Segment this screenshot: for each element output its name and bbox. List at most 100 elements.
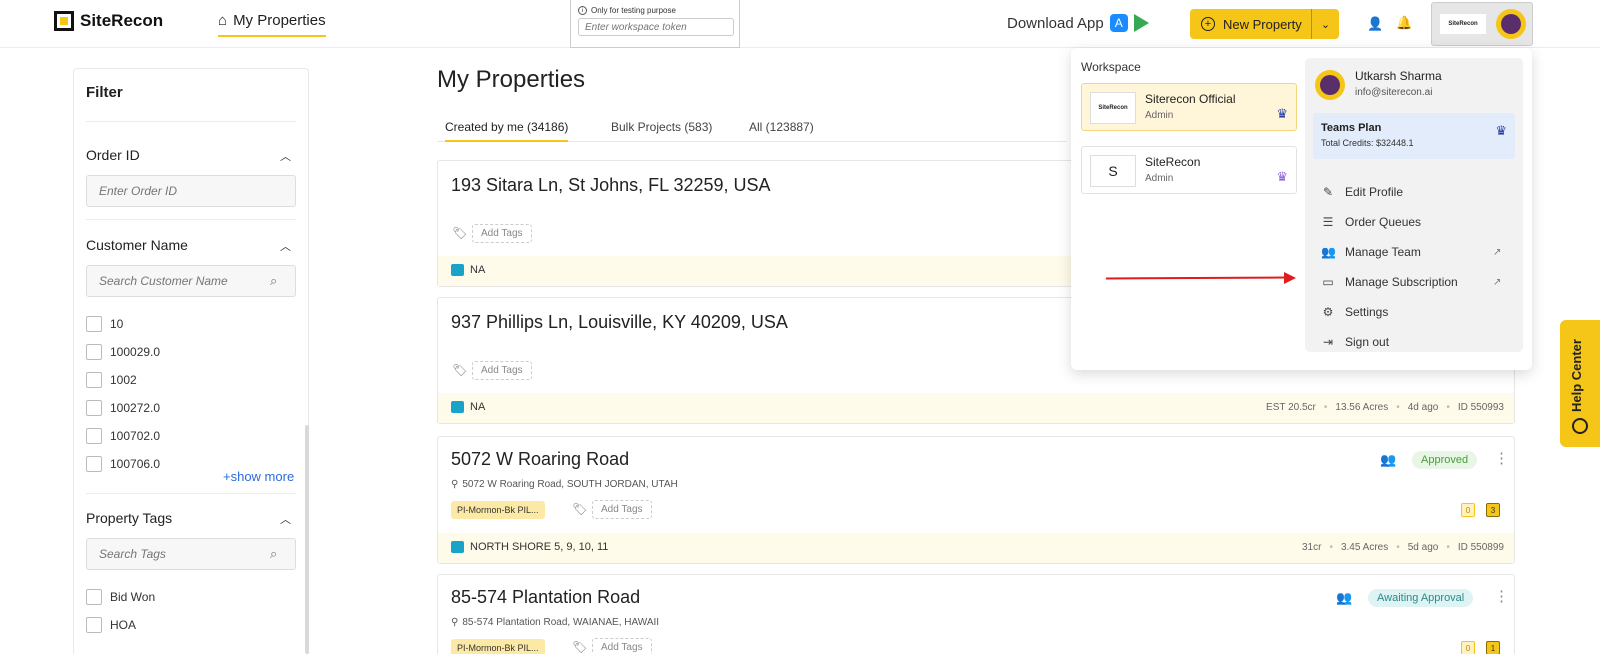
tag-option[interactable]: Bid Won (86, 589, 155, 605)
download-app-label: Download App (1007, 14, 1104, 32)
tags-search-input[interactable] (86, 538, 296, 570)
workspace-title: Workspace (1081, 60, 1141, 74)
order-count-badge[interactable]: 3 (1486, 503, 1500, 517)
customer-search-input[interactable] (86, 265, 296, 297)
checkbox[interactable] (86, 589, 102, 605)
new-property-button[interactable]: + New Property ⌄ (1190, 9, 1339, 39)
plan-credits: Total Credits: $32448.1 (1321, 138, 1414, 148)
lifebuoy-icon (1572, 418, 1588, 434)
property-title[interactable]: 937 Phillips Ln, Louisville, KY 40209, U… (451, 312, 788, 333)
customer-name-title: Customer Name (86, 237, 188, 253)
people-icon[interactable]: 👥 (1336, 590, 1352, 606)
signout-icon: ⇥ (1322, 335, 1334, 349)
tag-icon: 🏷 (572, 502, 588, 516)
customer-option[interactable]: 100702.0 (86, 428, 160, 444)
workspace-item[interactable]: S SiteRecon Admin ♛ (1081, 146, 1297, 194)
external-link-icon: ↗ (1493, 277, 1502, 288)
checkbox[interactable] (86, 428, 102, 444)
user-icon[interactable]: 👤 (1367, 16, 1383, 32)
logo-icon (54, 11, 74, 31)
edit-icon: ✎ (1322, 185, 1334, 199)
tab-bulk-projects[interactable]: Bulk Projects (583) (611, 120, 712, 134)
property-title[interactable]: 5072 W Roaring Road (451, 449, 629, 470)
account-dropdown: Workspace SiteRecon Siterecon Official A… (1071, 48, 1532, 370)
bell-icon[interactable]: 🔔 (1396, 15, 1412, 31)
checkbox[interactable] (86, 372, 102, 388)
profile-panel: Utkarsh Sharma info@siterecon.ai Teams P… (1305, 58, 1523, 352)
app-store-icon[interactable]: A (1109, 14, 1128, 32)
brand-name: SiteRecon (80, 11, 164, 30)
property-card[interactable]: 85-574 Plantation Road ⚲ 85-574 Plantatio… (437, 574, 1515, 654)
checkbox[interactable] (86, 344, 102, 360)
team-icon: 👥 (1321, 245, 1336, 259)
workspace-role: Admin (1145, 173, 1174, 184)
property-address: 85-574 Plantation Road, WAIANAE, HAWAII (462, 617, 660, 628)
add-tags-button[interactable]: Add Tags (592, 638, 652, 654)
property-title[interactable]: 85-574 Plantation Road (451, 587, 640, 608)
chevron-up-icon[interactable]: ︿ (280, 148, 291, 164)
property-tag-chip[interactable]: PI-Mormon-Bk PIL... (451, 639, 545, 654)
menu-settings[interactable]: ⚙ Settings (1321, 305, 1389, 319)
filter-scrollbar[interactable] (305, 425, 309, 654)
account-logo: SiteRecon (1440, 14, 1486, 34)
menu-order-queues[interactable]: ☰ Order Queues (1321, 215, 1421, 229)
property-tag-chip[interactable]: PI-Mormon-Bk PIL... (451, 501, 545, 519)
crown-icon: ♛ (1276, 106, 1288, 121)
search-icon: ⌕ (270, 273, 278, 288)
property-title[interactable]: 193 Sitara Ln, St Johns, FL 32259, USA (451, 175, 771, 196)
comment-count-badge[interactable]: 0 (1461, 503, 1475, 517)
comment-count-badge[interactable]: 0 (1461, 641, 1475, 654)
chevron-up-icon[interactable]: ︿ (280, 511, 291, 527)
more-options-icon[interactable]: ⋮ (1494, 449, 1509, 467)
chevron-down-icon[interactable]: ⌄ (1311, 9, 1339, 39)
google-play-icon[interactable] (1133, 14, 1149, 32)
workspace-name: Siterecon Official (1145, 92, 1236, 106)
crown-icon: ♛ (1495, 123, 1507, 138)
tag-icon: 🏷 (572, 640, 588, 654)
property-card[interactable]: 5072 W Roaring Road ⚲ 5072 W Roaring Road… (437, 436, 1515, 564)
add-tags-button[interactable]: Add Tags (472, 361, 532, 380)
avatar (1315, 70, 1345, 100)
add-tags-button[interactable]: Add Tags (592, 500, 652, 519)
filter-panel: Filter Order ID ︿ Customer Name ︿ ⌕ 10 1… (73, 68, 309, 654)
order-id-input[interactable] (86, 175, 296, 207)
people-icon[interactable]: 👥 (1380, 452, 1396, 468)
info-icon: i (578, 6, 587, 15)
building-icon (451, 401, 464, 413)
tab-bar: Created by me (34186) Bulk Projects (583… (437, 118, 1067, 142)
tab-all[interactable]: All (123887) (749, 120, 814, 134)
menu-sign-out[interactable]: ⇥ Sign out (1321, 335, 1389, 349)
customer-option[interactable]: 1002 (86, 372, 137, 388)
workspace-item[interactable]: SiteRecon Siterecon Official Admin ♛ (1081, 83, 1297, 131)
tag-icon: 🏷 (452, 363, 468, 377)
menu-manage-team[interactable]: 👥 Manage Team (1321, 245, 1421, 259)
menu-manage-subscription[interactable]: ▭ Manage Subscription (1321, 275, 1457, 289)
checkbox[interactable] (86, 316, 102, 332)
workspace-token-input[interactable] (578, 18, 734, 36)
account-switcher[interactable]: SiteRecon (1431, 2, 1533, 46)
customer-option[interactable]: 100706.0 (86, 456, 160, 472)
chevron-up-icon[interactable]: ︿ (280, 238, 291, 254)
more-options-icon[interactable]: ⋮ (1494, 587, 1509, 605)
checkbox[interactable] (86, 456, 102, 472)
checkbox[interactable] (86, 617, 102, 633)
help-center-tab[interactable]: Help Center (1560, 320, 1600, 447)
divider (86, 121, 296, 122)
nav-tab-my-properties[interactable]: ⌂ My Properties (218, 12, 326, 37)
checkbox[interactable] (86, 400, 102, 416)
customer-option[interactable]: 100272.0 (86, 400, 160, 416)
customer-option[interactable]: 10 (86, 316, 123, 332)
crown-icon: ♛ (1276, 169, 1288, 184)
plan-card[interactable]: Teams Plan Total Credits: $32448.1 ♛ (1313, 113, 1515, 159)
order-count-badge[interactable]: 1 (1486, 641, 1500, 654)
customer-label: NORTH SHORE 5, 9, 10, 11 (470, 541, 609, 553)
show-more-link[interactable]: +show more (223, 469, 294, 484)
menu-edit-profile[interactable]: ✎ Edit Profile (1321, 185, 1403, 199)
customer-option[interactable]: 100029.0 (86, 344, 160, 360)
tab-created-by-me[interactable]: Created by me (34186) (445, 120, 569, 142)
tag-option[interactable]: HOA (86, 617, 136, 633)
status-badge: Awaiting Approval (1368, 589, 1474, 607)
annotation-arrow-head (1284, 272, 1296, 284)
brand-logo[interactable]: SiteRecon (54, 11, 163, 31)
add-tags-button[interactable]: Add Tags (472, 224, 532, 243)
